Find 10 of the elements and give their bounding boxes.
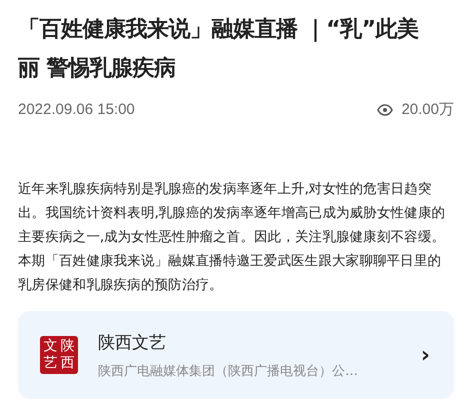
publish-date: 2022.09.06 15:00 [18,101,135,118]
seal-logo: 文 陕 艺 西 [40,336,78,374]
source-name: 陕西文艺 [98,332,167,354]
view-count: 20.00万 [401,100,454,119]
chevron-icon: › [420,342,430,368]
eye-icon [377,104,394,116]
article-title: 「百姓健康我来说」融媒直播 ｜“乳”此美丽 警惕乳腺疾病 [18,16,420,83]
article-body: 近年来乳腺疾病特别是乳腺癌的发病率逐年上升,对女性的危害日趋突出。我国统计资料表明,乳腺癌的发病率逐年增高已成为威胁女性健康的主要疾病之一,成为女性恶性肿瘤之首。因此，关注乳腺健康刻不容缓。本期「百姓健康我来说」融媒直播特邀王爱武医生跟大家聊聊平日里的乳房保健和乳腺疾病的预防治疗。 [18,180,446,295]
source-card[interactable]: 文 陕 艺 西 陕西文艺 陕西广电融媒体集团（陕西广播电视台）公… › [18,311,454,399]
source-description: 陕西广电融媒体集团（陕西广播电视台）公… [98,362,359,380]
